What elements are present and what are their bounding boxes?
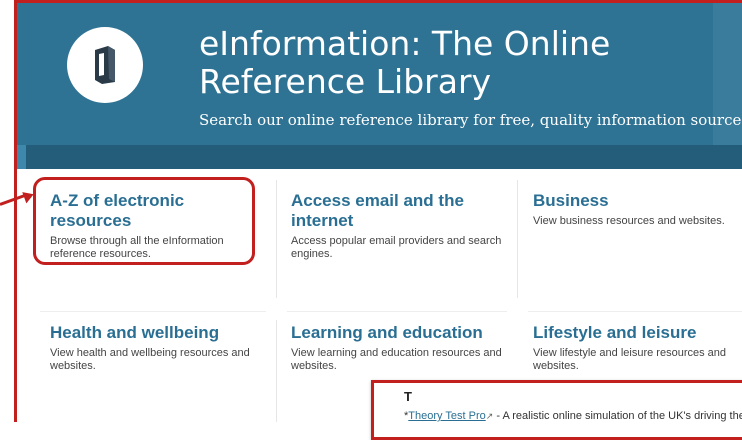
card-title[interactable]: Business <box>533 191 738 211</box>
grid-divider <box>287 311 507 312</box>
grid-divider <box>528 311 742 312</box>
card-title[interactable]: Lifestyle and leisure <box>533 323 738 343</box>
resource-entry: *Theory Test Pro↗ - A realistic online s… <box>404 410 742 422</box>
resource-description: - A realistic online simulation of the U… <box>493 410 742 422</box>
header-band <box>17 145 742 169</box>
card-description: View business resources and websites. <box>533 215 725 227</box>
annotation-highlight <box>33 177 255 265</box>
card-learning[interactable]: Learning and education View learning and… <box>291 323 506 373</box>
page-title: eInformation: The Online Reference Libra… <box>199 24 611 101</box>
book-icon <box>95 46 115 84</box>
card-description: View learning and education resources an… <box>291 347 502 372</box>
card-title[interactable]: Access email and the internet <box>291 191 506 231</box>
resource-link[interactable]: Theory Test Pro <box>408 410 485 422</box>
grid-divider <box>40 311 266 312</box>
card-business[interactable]: Business View business resources and web… <box>533 191 738 228</box>
card-description: Access popular email providers and searc… <box>291 235 502 260</box>
card-health[interactable]: Health and wellbeing View health and wel… <box>50 323 265 373</box>
letter-heading: T <box>404 389 412 404</box>
card-title[interactable]: Learning and education <box>291 323 506 343</box>
grid-divider <box>276 180 277 298</box>
grid-divider <box>276 320 277 422</box>
card-email-internet[interactable]: Access email and the internet Access pop… <box>291 191 506 261</box>
grid-divider <box>517 180 518 298</box>
band-accent <box>17 145 26 169</box>
card-description: View health and wellbeing resources and … <box>50 347 250 372</box>
card-description: View lifestyle and leisure resources and… <box>533 347 727 372</box>
resource-list-popup: T *Theory Test Pro↗ - A realistic online… <box>371 380 742 440</box>
card-title[interactable]: Health and wellbeing <box>50 323 265 343</box>
page-subtitle: Search our online reference library for … <box>199 111 742 129</box>
card-lifestyle[interactable]: Lifestyle and leisure View lifestyle and… <box>533 323 738 373</box>
logo <box>67 27 143 103</box>
